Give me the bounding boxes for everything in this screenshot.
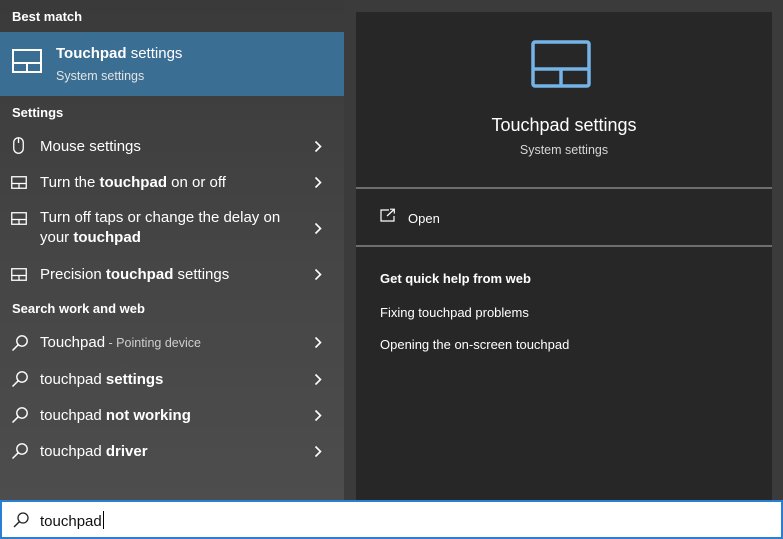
settings-header: Settings bbox=[12, 105, 64, 120]
chevron-right-icon[interactable] bbox=[314, 176, 322, 194]
best-match-header: Best match bbox=[12, 9, 83, 24]
text-caret bbox=[102, 511, 104, 529]
search-icon bbox=[11, 442, 29, 465]
preview-subtitle: System settings bbox=[519, 143, 609, 157]
result-label: Mouse settings bbox=[40, 138, 141, 155]
result-label: Touchpad - Pointing device bbox=[40, 334, 201, 351]
result-mouse-settings[interactable]: Mouse settings bbox=[0, 130, 344, 164]
open-icon bbox=[380, 208, 396, 227]
web-result-touchpad-settings[interactable]: touchpad settings bbox=[0, 362, 344, 396]
chevron-right-icon[interactable] bbox=[314, 445, 322, 463]
preview-title: Touchpad settings bbox=[491, 115, 637, 135]
touchpad-icon bbox=[11, 268, 27, 286]
result-label: touchpad settings bbox=[40, 371, 164, 388]
quick-help-header: Get quick help from web bbox=[380, 271, 531, 286]
chevron-right-icon[interactable] bbox=[314, 336, 322, 354]
search-box[interactable]: touchpad bbox=[0, 500, 783, 539]
result-label: Turn off taps or change the delay on your… bbox=[40, 209, 281, 246]
chevron-right-icon[interactable] bbox=[314, 268, 322, 286]
web-result-touchpad-driver[interactable]: touchpad driver bbox=[0, 434, 344, 468]
result-label: Turn the touchpad on or off bbox=[40, 174, 226, 191]
results-pane: Best match Touchpad settings System sett… bbox=[0, 0, 344, 500]
result-touchpad-on-off[interactable]: Turn the touchpad on or off bbox=[0, 166, 344, 200]
open-button[interactable]: Open bbox=[356, 196, 772, 240]
chevron-right-icon[interactable] bbox=[314, 409, 322, 427]
result-label: touchpad driver bbox=[40, 443, 148, 460]
touchpad-icon bbox=[11, 176, 27, 194]
search-input[interactable]: touchpad bbox=[40, 511, 104, 530]
chevron-right-icon[interactable] bbox=[314, 140, 322, 158]
chevron-right-icon[interactable] bbox=[314, 373, 322, 391]
divider bbox=[356, 187, 772, 189]
search-icon bbox=[12, 511, 30, 534]
search-icon bbox=[11, 370, 29, 393]
best-match-subtitle: System settings bbox=[56, 69, 145, 83]
preview-pane: Touchpad settings System settings Open G… bbox=[356, 12, 772, 500]
result-precision-touchpad[interactable]: Precision touchpad settings bbox=[0, 258, 344, 292]
search-icon bbox=[11, 406, 29, 429]
mouse-icon bbox=[13, 137, 24, 159]
chevron-right-icon[interactable] bbox=[314, 222, 322, 240]
touchpad-icon bbox=[531, 40, 591, 93]
result-touchpad-taps[interactable]: Turn off taps or change the delay on your… bbox=[0, 202, 344, 256]
result-label: touchpad not working bbox=[40, 407, 191, 424]
best-match-item[interactable]: Touchpad settings System settings bbox=[0, 32, 344, 96]
search-icon bbox=[11, 334, 29, 357]
best-match-title: Touchpad settings bbox=[56, 45, 183, 62]
touchpad-icon bbox=[12, 49, 42, 78]
touchpad-icon bbox=[11, 212, 27, 230]
divider bbox=[356, 245, 772, 247]
help-link-onscreen-touchpad[interactable]: Opening the on-screen touchpad bbox=[380, 337, 569, 352]
web-result-touchpad[interactable]: Touchpad - Pointing device bbox=[0, 326, 344, 360]
web-result-touchpad-not-working[interactable]: touchpad not working bbox=[0, 398, 344, 432]
help-link-fixing-touchpad[interactable]: Fixing touchpad problems bbox=[380, 305, 529, 320]
result-label: Precision touchpad settings bbox=[40, 266, 230, 283]
web-header: Search work and web bbox=[12, 301, 145, 316]
open-label: Open bbox=[408, 211, 440, 226]
